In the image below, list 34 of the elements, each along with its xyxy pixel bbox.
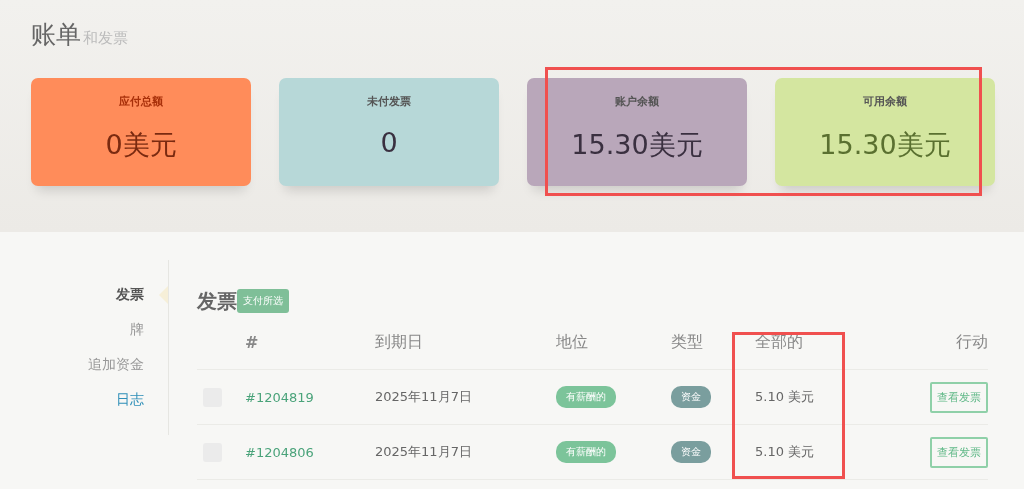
card-label: 未付发票 xyxy=(367,94,411,109)
card-value: 15.30美元 xyxy=(571,128,703,162)
status-badge: 有薪酬的 xyxy=(556,441,616,463)
invoice-link[interactable]: #1204819 xyxy=(245,389,375,405)
card-value: 15.30美元 xyxy=(819,128,951,162)
total-amount: 5.10 美元 xyxy=(755,443,816,461)
sidebar-item[interactable]: 日志 xyxy=(116,389,144,410)
column-header: 全部的 xyxy=(755,332,803,353)
type-badge: 资金 xyxy=(671,386,711,408)
view-invoice-button[interactable]: 查看发票 xyxy=(930,436,988,468)
card-label: 账户余额 xyxy=(615,94,659,109)
card-label: 应付总额 xyxy=(119,94,163,109)
total-amount: 5.10 美元 xyxy=(755,388,816,406)
sidebar-item[interactable]: 牌 xyxy=(130,319,144,340)
page-title: 账单 xyxy=(31,19,81,51)
card-label: 可用余额 xyxy=(863,94,907,109)
invoice-link[interactable]: #1204806 xyxy=(245,444,375,460)
column-header: 到期日 xyxy=(375,332,423,353)
due-date: 2025年11月7日 xyxy=(375,388,473,406)
card-value: 0 xyxy=(380,127,398,158)
column-header: 地位 xyxy=(556,332,588,353)
status-badge: 有薪酬的 xyxy=(556,386,616,408)
sidebar-item[interactable]: 发票 xyxy=(116,284,144,305)
pay-selected-button[interactable]: 支付所选 xyxy=(237,289,289,313)
view-invoice-button[interactable]: 查看发票 xyxy=(930,381,988,413)
column-header: 类型 xyxy=(671,332,703,353)
type-badge: 资金 xyxy=(671,441,711,463)
column-header: # xyxy=(245,333,259,352)
due-date: 2025年11月7日 xyxy=(375,443,473,461)
card-value: 0美元 xyxy=(105,128,177,162)
section-title: 发票 xyxy=(197,287,237,315)
column-header: 行动 xyxy=(956,332,988,353)
sidebar-item[interactable]: 追加资金 xyxy=(88,354,144,375)
selection-pointer xyxy=(159,286,168,304)
